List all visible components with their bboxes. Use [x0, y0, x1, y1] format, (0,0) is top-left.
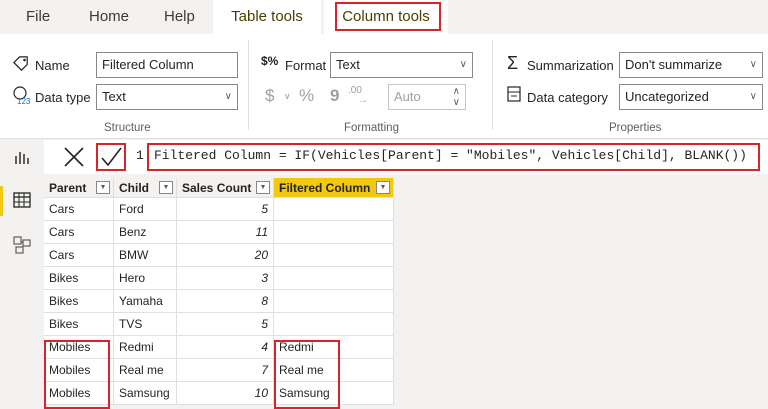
- divider: [492, 40, 493, 130]
- summarization-label: Summarization: [527, 58, 614, 73]
- tab-file[interactable]: File: [26, 0, 50, 34]
- formula-bar: 1 Filtered Column = IF(Vehicles[Parent] …: [44, 140, 768, 174]
- cell-parent[interactable]: Cars: [44, 244, 114, 267]
- cell-child[interactable]: BMW: [114, 244, 177, 267]
- comma-button[interactable]: 9: [330, 86, 339, 106]
- cell-parent[interactable]: Bikes: [44, 313, 114, 336]
- cell-sales-count[interactable]: 4: [177, 336, 274, 359]
- decimal-places-value: Auto: [394, 89, 421, 104]
- model-view-icon[interactable]: [13, 236, 31, 257]
- report-view-icon[interactable]: [14, 150, 30, 167]
- cell-sales-count[interactable]: 5: [177, 198, 274, 221]
- cell-sales-count[interactable]: 20: [177, 244, 274, 267]
- cell-sales-count[interactable]: 8: [177, 290, 274, 313]
- cell-filtered-column[interactable]: [274, 244, 394, 267]
- filter-dropdown-icon[interactable]: ▼: [376, 181, 390, 194]
- cell-sales-count[interactable]: 7: [177, 359, 274, 382]
- ribbon-tabs: File Home Help Table tools Column tools: [0, 0, 768, 34]
- decimal-places-input[interactable]: Auto ∧ ∨: [388, 84, 466, 110]
- cell-child[interactable]: Real me: [114, 359, 177, 382]
- cell-parent[interactable]: Bikes: [44, 290, 114, 313]
- cell-filtered-column[interactable]: [274, 267, 394, 290]
- cell-filtered-column[interactable]: [274, 221, 394, 244]
- tab-home[interactable]: Home: [89, 0, 129, 34]
- cancel-icon[interactable]: [62, 142, 86, 173]
- sigma-icon: Σ: [507, 53, 519, 73]
- decimal-arrow-icon: →: [358, 95, 368, 106]
- header-label: Child: [119, 181, 149, 195]
- cell-parent[interactable]: Bikes: [44, 267, 114, 290]
- summarization-value: Don't summarize: [625, 57, 723, 72]
- cell-parent[interactable]: Cars: [44, 221, 114, 244]
- chevron-down-icon[interactable]: ∨: [284, 91, 291, 102]
- filter-dropdown-icon[interactable]: ▼: [256, 181, 270, 194]
- name-tag-icon: [12, 55, 30, 74]
- datatype-label: Data type: [35, 90, 91, 105]
- category-select[interactable]: Uncategorized ∨: [619, 84, 763, 110]
- highlight-column-tools: [335, 2, 441, 31]
- column-header-sales-count[interactable]: Sales Count ▼: [177, 178, 274, 198]
- column-header-filtered-column[interactable]: Filtered Column ▼: [274, 178, 394, 198]
- category-value: Uncategorized: [625, 89, 709, 104]
- cell-child[interactable]: Benz: [114, 221, 177, 244]
- chevron-down-icon: ∨: [749, 91, 757, 102]
- format-select[interactable]: Text ∨: [330, 52, 473, 78]
- percent-button[interactable]: %: [299, 86, 314, 106]
- cell-filtered-column[interactable]: [274, 290, 394, 313]
- format-icon: $%: [261, 54, 279, 68]
- header-label: Sales Count: [182, 181, 252, 195]
- cell-sales-count[interactable]: 5: [177, 313, 274, 336]
- datatype-select[interactable]: Text ∨: [96, 84, 238, 110]
- formula-line-number: 1: [136, 148, 144, 163]
- chevron-down-icon: ∨: [749, 59, 757, 70]
- active-view-indicator: [0, 186, 3, 216]
- chevron-down-icon: ∨: [224, 91, 232, 102]
- cell-child[interactable]: Yamaha: [114, 290, 177, 313]
- highlight-filtered-values: [274, 340, 340, 409]
- cell-filtered-column[interactable]: [274, 313, 394, 336]
- cell-sales-count[interactable]: 10: [177, 382, 274, 405]
- cell-sales-count[interactable]: 11: [177, 221, 274, 244]
- group-formatting-label: Formatting: [344, 122, 399, 134]
- highlight-commit: [96, 143, 126, 171]
- category-label: Data category: [527, 90, 608, 105]
- svg-text:123: 123: [17, 97, 31, 106]
- cell-sales-count[interactable]: 3: [177, 267, 274, 290]
- highlight-parent-mobiles: [44, 340, 110, 409]
- chevron-down-icon: ∨: [459, 59, 467, 70]
- name-label: Name: [35, 58, 70, 73]
- spin-down-icon[interactable]: ∨: [453, 91, 460, 115]
- filter-dropdown-icon[interactable]: ▼: [159, 181, 173, 194]
- datatype-value: Text: [102, 89, 126, 104]
- group-properties-label: Properties: [609, 122, 662, 134]
- ribbon: Name Filtered Column 123 Data type Text …: [0, 34, 768, 139]
- cell-parent[interactable]: Cars: [44, 198, 114, 221]
- cell-child[interactable]: Samsung: [114, 382, 177, 405]
- format-label: Format: [285, 58, 327, 73]
- cell-child[interactable]: TVS: [114, 313, 177, 336]
- column-header-parent[interactable]: Parent ▼: [44, 178, 114, 198]
- column-header-child[interactable]: Child ▼: [114, 178, 177, 198]
- cell-child[interactable]: Redmi: [114, 336, 177, 359]
- cell-child[interactable]: Hero: [114, 267, 177, 290]
- format-value: Text: [336, 57, 360, 72]
- cell-child[interactable]: Ford: [114, 198, 177, 221]
- summarization-select[interactable]: Don't summarize ∨: [619, 52, 763, 78]
- divider: [248, 40, 249, 130]
- header-label: Parent: [49, 181, 87, 195]
- data-type-icon: 123: [12, 86, 32, 109]
- header-label: Filtered Column: [279, 181, 371, 195]
- data-category-icon: [507, 86, 521, 105]
- tab-help[interactable]: Help: [164, 0, 195, 34]
- tab-table-tools[interactable]: Table tools: [213, 0, 321, 34]
- name-input[interactable]: Filtered Column: [96, 52, 238, 78]
- group-structure-label: Structure: [104, 122, 151, 134]
- highlight-formula: [147, 143, 760, 171]
- data-view-icon[interactable]: [13, 192, 31, 211]
- cell-filtered-column[interactable]: [274, 198, 394, 221]
- view-sidebar: [0, 140, 44, 407]
- filter-dropdown-icon[interactable]: ▼: [96, 181, 110, 194]
- currency-button[interactable]: $: [265, 86, 274, 106]
